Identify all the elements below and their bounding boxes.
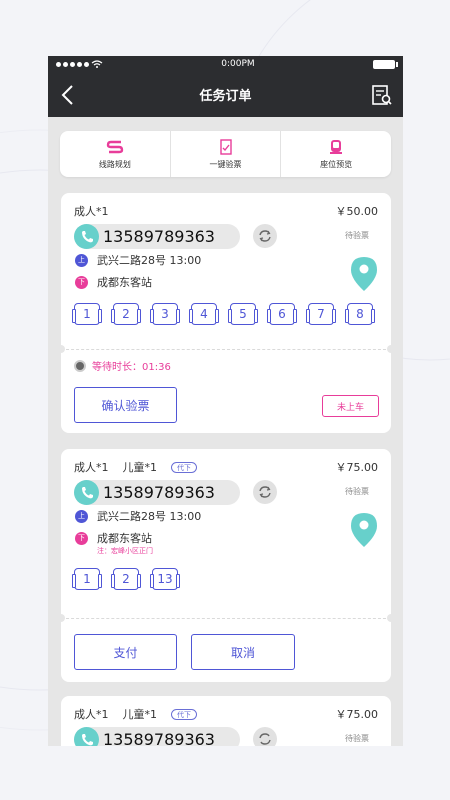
order-price: ￥75.00 — [335, 708, 379, 721]
route-planning-button[interactable]: 线路规划 — [60, 131, 171, 177]
wait-time: 等待时长：01:36 — [74, 358, 171, 373]
order-price: ￥50.00 — [335, 205, 379, 218]
order-card: 成人*1 ￥50.00 13589789363 待验票 上武兴二路28号 13:… — [57, 193, 395, 433]
wifi-icon — [91, 60, 103, 68]
location-pin-icon[interactable] — [350, 512, 378, 548]
seat-item[interactable]: 6 — [267, 303, 297, 325]
document-search-icon[interactable] — [371, 84, 393, 106]
dropoff-text: 成都东客站 — [97, 276, 152, 289]
seat-item[interactable]: 4 — [189, 303, 219, 325]
ticket-status: 待验票 — [345, 487, 369, 496]
tool-label: 线路规划 — [98, 159, 131, 169]
divider — [61, 349, 391, 350]
dropoff-text: 成都东客站 — [97, 532, 152, 545]
phone-icon — [74, 480, 99, 505]
ticket-status: 待验票 — [345, 231, 369, 240]
seat-item[interactable]: 2 — [111, 303, 141, 325]
refresh-icon[interactable] — [253, 727, 277, 746]
not-boarded-button[interactable]: 未上车 — [322, 395, 379, 417]
nav-bar: 任务订单 — [48, 72, 403, 117]
wait-text: 等待时长：01:36 — [92, 362, 171, 373]
refresh-icon[interactable] — [253, 480, 277, 504]
status-time: 0:00PM — [221, 59, 255, 69]
seat-list: 1 2 13 — [72, 568, 378, 590]
route-icon — [106, 140, 124, 153]
seat-item[interactable]: 5 — [228, 303, 258, 325]
order-card: 成人*1 儿童*1 代下 ￥75.00 13589789363 待验票 上武兴二… — [57, 449, 395, 682]
order-card: 成人*1 儿童*1 代下 ￥75.00 13589789363 待验票 — [61, 696, 391, 746]
signal-icon — [56, 60, 103, 68]
child-count: 儿童*1 — [122, 708, 158, 721]
pickup-badge: 上 — [75, 253, 88, 267]
passenger-count: 成人*1 — [74, 205, 109, 218]
order-note: 注：宏峰小区正门 — [97, 547, 153, 555]
ticket-status: 待验票 — [345, 734, 369, 743]
back-icon[interactable] — [58, 84, 78, 106]
phone-screen: 0:00PM 任务订单 线路规划 一键验票 座位预览 成人*1 ￥50.00 1… — [48, 56, 403, 746]
card-notch — [387, 614, 395, 622]
pickup-address: 上武兴二路28号 13:00 — [74, 249, 378, 271]
seat-item[interactable]: 3 — [150, 303, 180, 325]
cancel-button[interactable]: 取消 — [191, 634, 295, 670]
refresh-icon[interactable] — [253, 224, 277, 248]
tool-label: 一键验票 — [209, 159, 242, 169]
ticket-check-icon — [219, 138, 232, 155]
dropoff-badge: 下 — [75, 531, 88, 545]
phone-number[interactable]: 13589789363 — [74, 224, 240, 249]
dropoff-address: 下成都东客站 — [74, 271, 378, 293]
location-pin-icon[interactable] — [350, 256, 378, 292]
clock-icon — [74, 359, 86, 372]
seat-list: 1 2 3 4 5 6 7 8 — [72, 303, 378, 325]
card-notch — [57, 345, 65, 353]
seat-item[interactable]: 13 — [150, 568, 180, 590]
pickup-address: 上武兴二路28号 13:00 — [74, 505, 378, 527]
battery-icon — [373, 59, 398, 69]
divider — [61, 618, 391, 619]
pay-button[interactable]: 支付 — [74, 634, 177, 670]
phone-number[interactable]: 13589789363 — [74, 727, 240, 746]
phone-icon — [74, 224, 99, 249]
seat-item[interactable]: 7 — [306, 303, 336, 325]
pickup-text: 武兴二路28号 13:00 — [97, 254, 202, 267]
passenger-count: 成人*1 — [74, 461, 109, 474]
seat-item[interactable]: 1 — [72, 303, 102, 325]
child-count: 儿童*1 — [122, 461, 158, 474]
phone-icon — [74, 727, 99, 746]
seat-item[interactable]: 2 — [111, 568, 141, 590]
confirm-ticket-button[interactable]: 确认验票 — [74, 387, 177, 423]
card-notch — [387, 345, 395, 353]
status-bar: 0:00PM — [48, 56, 403, 72]
order-price: ￥75.00 — [335, 461, 379, 474]
seat-icon — [330, 139, 343, 154]
quick-actions: 线路规划 一键验票 座位预览 — [60, 131, 391, 177]
seat-preview-button[interactable]: 座位预览 — [281, 131, 391, 177]
seat-item[interactable]: 1 — [72, 568, 102, 590]
order-tag: 代下 — [171, 708, 197, 720]
check-ticket-button[interactable]: 一键验票 — [171, 131, 282, 177]
dropoff-badge: 下 — [75, 275, 88, 289]
phone-text: 13589789363 — [103, 730, 215, 746]
phone-text: 13589789363 — [103, 227, 215, 246]
page-title: 任务订单 — [199, 89, 252, 104]
tool-label: 座位预览 — [320, 159, 353, 169]
seat-item[interactable]: 8 — [345, 303, 375, 325]
order-tag: 代下 — [171, 461, 197, 473]
pickup-badge: 上 — [75, 509, 88, 523]
phone-number[interactable]: 13589789363 — [74, 480, 240, 505]
card-notch — [57, 614, 65, 622]
passenger-count: 成人*1 — [74, 708, 109, 721]
pickup-text: 武兴二路28号 13:00 — [97, 510, 202, 523]
phone-text: 13589789363 — [103, 483, 215, 502]
